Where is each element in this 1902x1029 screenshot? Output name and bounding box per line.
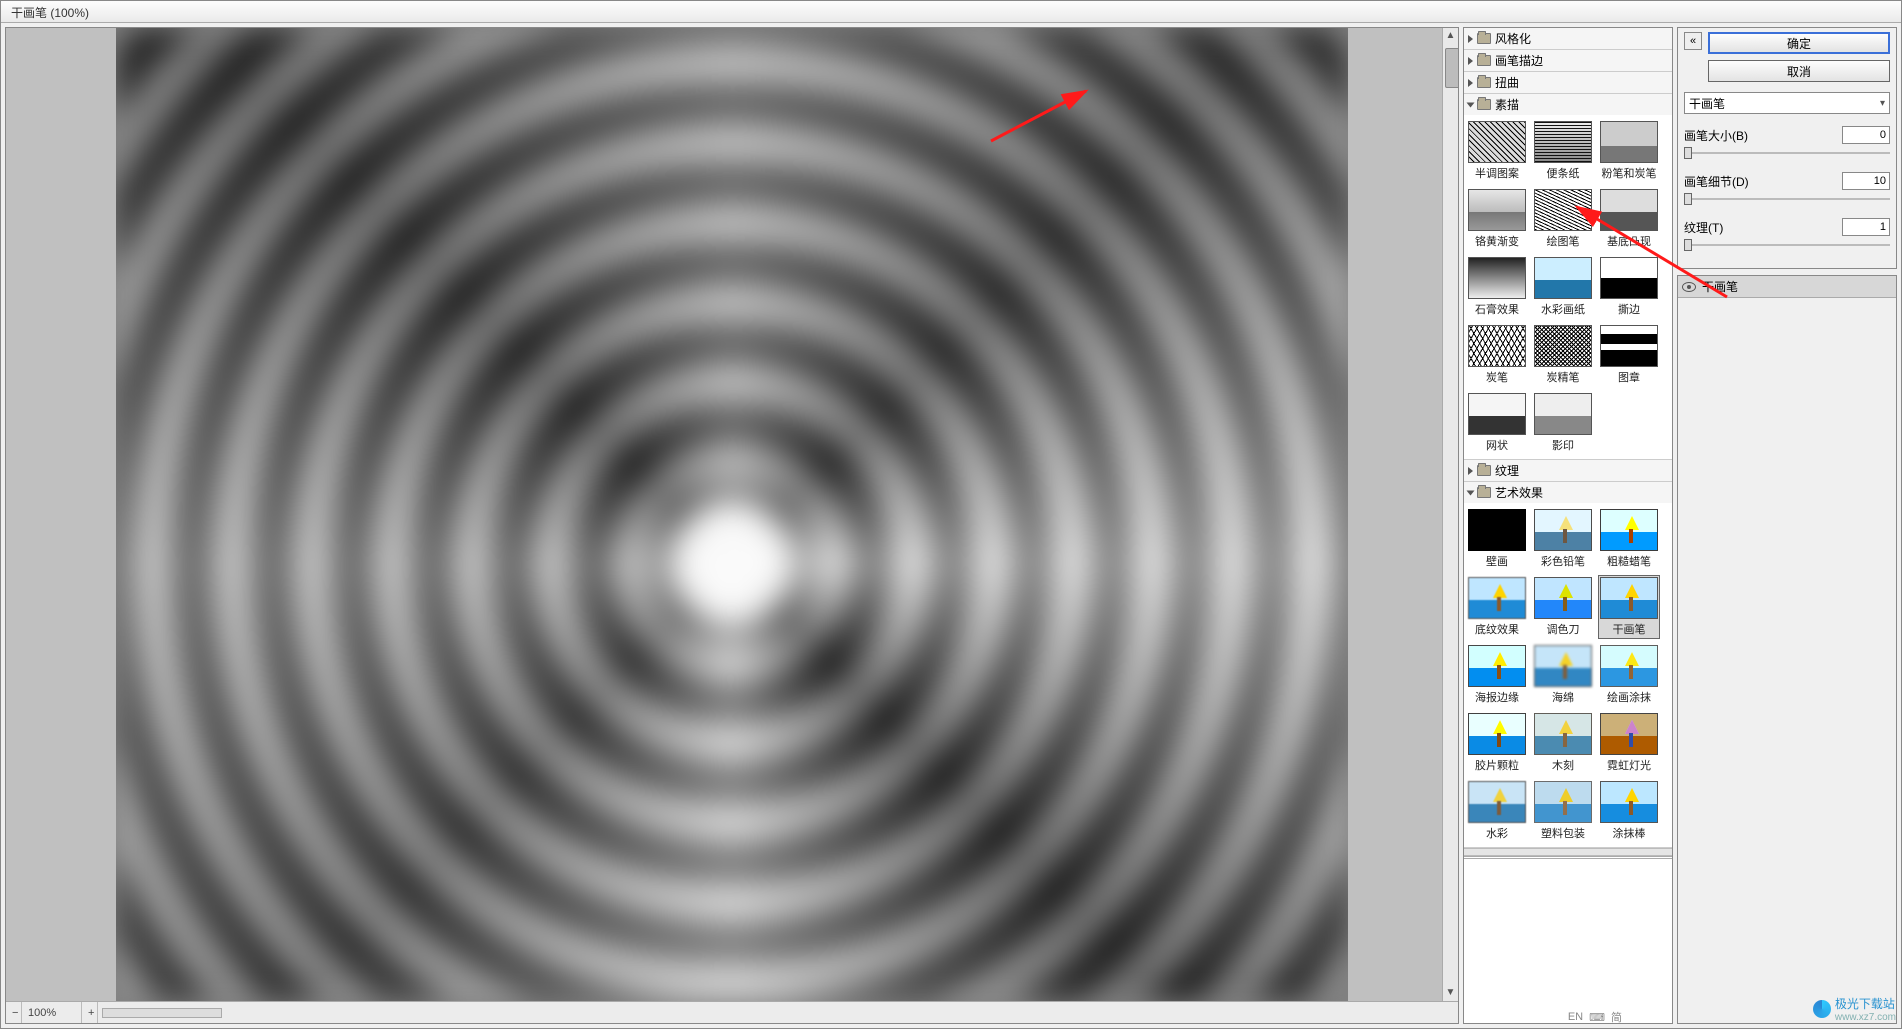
param-brush-detail: 画笔细节(D): [1684, 172, 1890, 190]
folder-icon: [1477, 33, 1491, 44]
category-sketch[interactable]: 素描: [1464, 94, 1672, 115]
scroll-thumb[interactable]: [1445, 48, 1458, 88]
filter-thumb[interactable]: 彩色铅笔: [1532, 507, 1594, 571]
watermark: 极光下载站 www.xz7.com: [1813, 995, 1896, 1023]
chevron-down-icon: ▾: [1880, 98, 1885, 109]
filter-thumb[interactable]: 壁画: [1466, 507, 1528, 571]
vertical-scrollbar[interactable]: ▲ ▼: [1442, 28, 1458, 1001]
filter-thumb[interactable]: 粗糙蜡笔: [1598, 507, 1660, 571]
filter-thumb[interactable]: 图章: [1598, 323, 1660, 387]
zoom-out-button[interactable]: −: [6, 1002, 22, 1023]
filter-gallery-panel: 风格化 画笔描边 扭曲 素描 半调图案 便条纸 粉笔和炭笔 铬黄渐变 绘图笔 基…: [1463, 27, 1673, 1024]
param-brush-size: 画笔大小(B): [1684, 126, 1890, 144]
effect-layer-name: 干画笔: [1702, 278, 1738, 295]
window-title: 干画笔 (100%): [1, 1, 1901, 23]
zoom-slider[interactable]: [102, 1008, 222, 1018]
filter-select-label: 干画笔: [1689, 95, 1725, 112]
brush-size-input[interactable]: [1842, 126, 1890, 144]
filter-thumb[interactable]: 绘图笔: [1532, 187, 1594, 251]
filter-thumb[interactable]: 影印: [1532, 391, 1594, 455]
cancel-button[interactable]: 取消: [1708, 60, 1890, 82]
filter-thumb[interactable]: 塑料包装: [1532, 779, 1594, 843]
canvas-area: ▲ ▼ − 100% +: [5, 27, 1459, 1024]
filter-thumb[interactable]: 海绵: [1532, 643, 1594, 707]
category-stylize[interactable]: 风格化: [1464, 28, 1672, 49]
folder-icon: [1477, 99, 1491, 110]
sketch-thumbnails: 半调图案 便条纸 粉笔和炭笔 铬黄渐变 绘图笔 基底凸现 石膏效果 水彩画纸 撕…: [1464, 115, 1672, 459]
filter-thumb[interactable]: 水彩: [1466, 779, 1528, 843]
preview-canvas[interactable]: [116, 28, 1348, 1001]
collapse-button[interactable]: «: [1684, 32, 1702, 50]
watermark-logo-icon: [1813, 1000, 1831, 1018]
gallery-empty-area: [1464, 856, 1672, 1023]
folder-icon: [1477, 487, 1491, 498]
texture-slider[interactable]: [1684, 238, 1890, 252]
brush-size-slider[interactable]: [1684, 146, 1890, 160]
filter-thumb[interactable]: 霓虹灯光: [1598, 711, 1660, 775]
zoom-in-button[interactable]: +: [82, 1002, 98, 1023]
category-distort[interactable]: 扭曲: [1464, 72, 1672, 93]
folder-icon: [1477, 55, 1491, 66]
effect-layer-row[interactable]: 干画笔: [1678, 276, 1896, 298]
filter-thumb[interactable]: 绘画涂抹: [1598, 643, 1660, 707]
filter-select[interactable]: 干画笔 ▾: [1684, 92, 1890, 114]
folder-icon: [1477, 465, 1491, 476]
brush-detail-input[interactable]: [1842, 172, 1890, 190]
texture-input[interactable]: [1842, 218, 1890, 236]
filter-thumb[interactable]: 调色刀: [1532, 575, 1594, 639]
param-texture: 纹理(T): [1684, 218, 1890, 236]
filter-thumb[interactable]: 木刻: [1532, 711, 1594, 775]
filter-thumb[interactable]: 石膏效果: [1466, 255, 1528, 319]
artistic-thumbnails: 壁画 彩色铅笔 粗糙蜡笔 底纹效果 调色刀 干画笔 海报边缘 海绵 绘画涂抹 胶…: [1464, 503, 1672, 847]
scroll-up-icon[interactable]: ▲: [1443, 28, 1458, 44]
category-texture[interactable]: 纹理: [1464, 460, 1672, 481]
filter-thumb[interactable]: 半调图案: [1466, 119, 1528, 183]
filter-thumb[interactable]: 铬黄渐变: [1466, 187, 1528, 251]
filter-thumb-dry-brush[interactable]: 干画笔: [1598, 575, 1660, 639]
effect-layers-panel: 干画笔: [1677, 275, 1897, 1024]
filter-thumb[interactable]: 基底凸现: [1598, 187, 1660, 251]
category-artistic[interactable]: 艺术效果: [1464, 482, 1672, 503]
filter-thumb[interactable]: 炭精笔: [1532, 323, 1594, 387]
scroll-down-icon[interactable]: ▼: [1443, 985, 1458, 1001]
status-bar: − 100% +: [6, 1001, 1458, 1023]
zoom-level[interactable]: 100%: [22, 1002, 82, 1023]
filter-thumb[interactable]: 海报边缘: [1466, 643, 1528, 707]
ok-button[interactable]: 确定: [1708, 32, 1890, 54]
filter-thumb[interactable]: 网状: [1466, 391, 1528, 455]
filter-thumb[interactable]: 炭笔: [1466, 323, 1528, 387]
visibility-icon[interactable]: [1682, 282, 1696, 292]
filter-thumb[interactable]: 撕边: [1598, 255, 1660, 319]
category-brush-strokes[interactable]: 画笔描边: [1464, 50, 1672, 71]
filter-thumb[interactable]: 便条纸: [1532, 119, 1594, 183]
filter-thumb[interactable]: 水彩画纸: [1532, 255, 1594, 319]
controls-panel: « 确定 取消 干画笔 ▾ 画笔大小(B) 画笔细节(D): [1677, 27, 1897, 1024]
filter-thumb[interactable]: 粉笔和炭笔: [1598, 119, 1660, 183]
filter-thumb[interactable]: 底纹效果: [1466, 575, 1528, 639]
folder-icon: [1477, 77, 1491, 88]
ime-status: EN⌨简: [1568, 1009, 1622, 1025]
filter-thumb[interactable]: 胶片颗粒: [1466, 711, 1528, 775]
filter-thumb[interactable]: 涂抹棒: [1598, 779, 1660, 843]
brush-detail-slider[interactable]: [1684, 192, 1890, 206]
